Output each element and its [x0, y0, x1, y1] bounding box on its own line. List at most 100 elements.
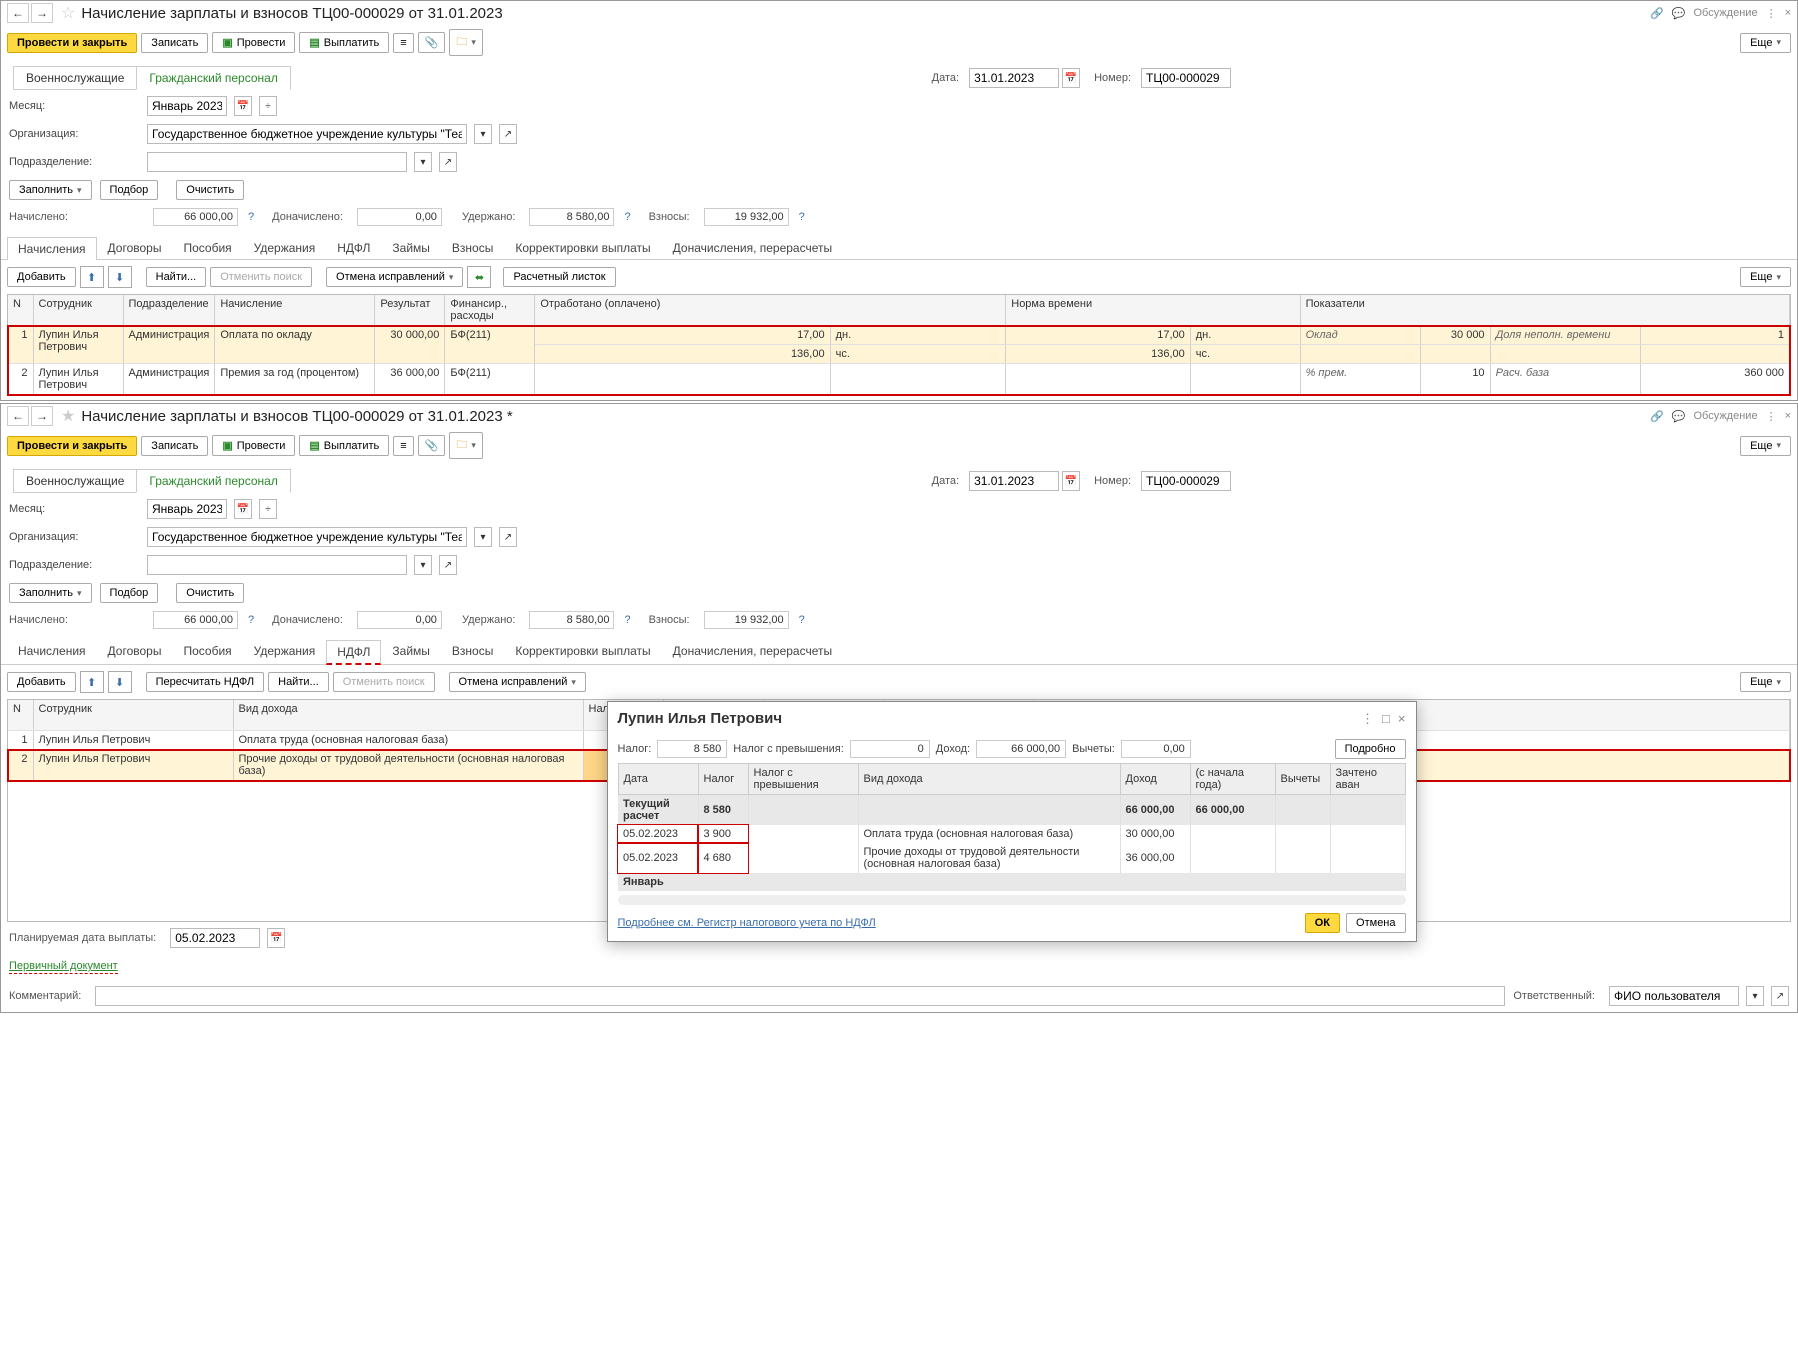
attach-button[interactable]: 📎	[418, 435, 446, 456]
number-input[interactable]	[1141, 68, 1231, 88]
month-input[interactable]	[147, 96, 227, 116]
subtab-contracts[interactable]: Договоры	[97, 236, 173, 259]
subtab-loans[interactable]: Займы	[381, 639, 441, 664]
col-n[interactable]: N	[8, 295, 33, 326]
cancel-search-button[interactable]: Отменить поиск	[210, 267, 312, 287]
resp-input[interactable]	[1609, 986, 1739, 1006]
subtab-accruals[interactable]: Начисления	[7, 639, 97, 664]
org-open-button[interactable]: ↗	[499, 527, 517, 547]
add-button[interactable]: Добавить	[7, 267, 76, 287]
subtab-additional[interactable]: Доначисления, перерасчеты	[662, 639, 843, 664]
resp-dd-button[interactable]: ▾	[1746, 986, 1764, 1006]
tab-military[interactable]: Военнослужащие	[13, 66, 137, 90]
move-up-button[interactable]: ⬆	[80, 266, 104, 288]
find-button[interactable]: Найти...	[268, 672, 329, 692]
accrued-help-icon[interactable]: ?	[248, 211, 254, 223]
org-input[interactable]	[147, 527, 467, 547]
month-picker-button[interactable]: 📅	[234, 96, 252, 116]
find-button[interactable]: Найти...	[146, 267, 207, 287]
subtab-corrections[interactable]: Корректировки выплаты	[504, 639, 661, 664]
post-button[interactable]: ▣Провести	[212, 435, 295, 456]
col-norm[interactable]: Норма времени	[1006, 295, 1300, 326]
dept-open-button[interactable]: ↗	[439, 555, 457, 575]
org-input[interactable]	[147, 124, 467, 144]
col-worked[interactable]: Отработано (оплачено)	[535, 295, 1006, 326]
pay-button[interactable]: ▤Выплатить	[299, 435, 389, 456]
subtab-benefits[interactable]: Пособия	[172, 639, 242, 664]
cancel-search-button[interactable]: Отменить поиск	[333, 672, 435, 692]
popup-row[interactable]: 05.02.2023 4 680 Прочие доходы от трудов…	[618, 843, 1405, 873]
dept-input[interactable]	[147, 555, 407, 575]
subtab-corrections[interactable]: Корректировки выплаты	[504, 236, 661, 259]
nav-fwd-button[interactable]: →	[31, 406, 53, 426]
more-menu-icon[interactable]: ⋮	[1766, 410, 1777, 423]
link-icon[interactable]: 🔗	[1650, 7, 1664, 20]
pick-button[interactable]: Подбор	[100, 180, 159, 200]
date-input[interactable]	[969, 68, 1059, 88]
star-icon[interactable]: ★	[61, 406, 75, 426]
table-row[interactable]: 1 Лупин Илья Петрович Администрация Опла…	[8, 326, 1790, 345]
add-button[interactable]: Добавить	[7, 672, 76, 692]
payslip-button[interactable]: Расчетный листок	[503, 267, 615, 287]
popup-menu-icon[interactable]: ⋮	[1361, 711, 1374, 727]
post-close-button[interactable]: Провести и закрыть	[7, 33, 137, 53]
details-button[interactable]: Подробно	[1335, 739, 1406, 759]
clear-button[interactable]: Очистить	[176, 583, 244, 603]
pcol-deduct[interactable]: Вычеты	[1275, 764, 1330, 795]
report-button[interactable]: ≡	[393, 33, 413, 53]
col-emp[interactable]: Сотрудник	[33, 295, 123, 326]
col-result[interactable]: Результат	[375, 295, 445, 326]
dept-dd-button[interactable]: ▾	[414, 555, 432, 575]
ok-button[interactable]: ОК	[1305, 913, 1340, 933]
subtab-ndfl[interactable]: НДФЛ	[326, 640, 381, 665]
move-down-button[interactable]: ⬇	[108, 671, 132, 693]
dept-open-button[interactable]: ↗	[439, 152, 457, 172]
subtab-contrib[interactable]: Взносы	[441, 639, 504, 664]
col-dept[interactable]: Подразделение	[123, 295, 215, 326]
close-icon[interactable]: ×	[1785, 410, 1791, 422]
discuss-label[interactable]: Обсуждение	[1693, 410, 1757, 422]
month-picker-button[interactable]: 📅	[234, 499, 252, 519]
org-dd-button[interactable]: ▾	[474, 527, 492, 547]
popup-max-icon[interactable]: □	[1382, 711, 1390, 727]
pcol-excess[interactable]: Налог с превышения	[748, 764, 858, 795]
dept-dd-button[interactable]: ▾	[414, 152, 432, 172]
grid-action-button[interactable]: ⬌	[467, 266, 491, 288]
col-indicators[interactable]: Показатели	[1300, 295, 1789, 326]
pcol-tax[interactable]: Налог	[698, 764, 748, 795]
cancel-fix-button[interactable]: Отмена исправлений	[449, 672, 586, 692]
close-icon[interactable]: ×	[1785, 7, 1791, 19]
org-open-button[interactable]: ↗	[499, 124, 517, 144]
pcol-ytd[interactable]: (с начала года)	[1190, 764, 1275, 795]
cancel-fix-button[interactable]: Отмена исправлений	[326, 267, 463, 287]
more-button[interactable]: Еще	[1740, 436, 1791, 456]
col-fin[interactable]: Финансир., расходы	[445, 295, 535, 326]
tab-civilian[interactable]: Гражданский персонал	[136, 469, 290, 493]
fill-button[interactable]: Заполнить	[9, 583, 92, 603]
move-up-button[interactable]: ⬆	[80, 671, 104, 693]
move-down-button[interactable]: ⬇	[108, 266, 132, 288]
date-input[interactable]	[969, 471, 1059, 491]
number-input[interactable]	[1141, 471, 1231, 491]
attach-button[interactable]: 📎	[418, 32, 446, 53]
pcol-income-type[interactable]: Вид дохода	[858, 764, 1120, 795]
subtab-ndfl[interactable]: НДФЛ	[326, 236, 381, 259]
table-row[interactable]: 2 Лупин Илья Петрович Администрация Прем…	[8, 364, 1790, 395]
col-emp[interactable]: Сотрудник	[33, 700, 233, 731]
month-input[interactable]	[147, 499, 227, 519]
ndfl-register-link[interactable]: Подробнее см. Регистр налогового учета п…	[618, 917, 876, 929]
nav-fwd-button[interactable]: →	[31, 3, 53, 23]
col-accrual[interactable]: Начисление	[215, 295, 375, 326]
clear-button[interactable]: Очистить	[176, 180, 244, 200]
post-close-button[interactable]: Провести и закрыть	[7, 436, 137, 456]
grid-more-button[interactable]: Еще	[1740, 672, 1791, 692]
tab-military[interactable]: Военнослужащие	[13, 469, 137, 493]
grid-more-button[interactable]: Еще	[1740, 267, 1791, 287]
recalc-button[interactable]: Пересчитать НДФЛ	[146, 672, 265, 692]
tab-civilian[interactable]: Гражданский персонал	[136, 66, 290, 90]
subtab-accruals[interactable]: Начисления	[7, 237, 97, 260]
print-button[interactable]: 🗀	[449, 432, 483, 459]
pcol-advance[interactable]: Зачтено аван	[1330, 764, 1405, 795]
col-n[interactable]: N	[8, 700, 33, 731]
comment-input[interactable]	[95, 986, 1505, 1006]
